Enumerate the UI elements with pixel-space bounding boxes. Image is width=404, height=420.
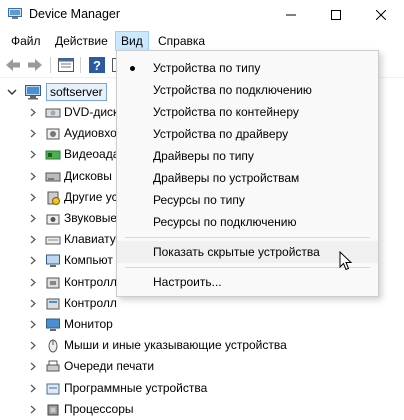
tree-item-label: Аудиовхо	[64, 126, 117, 141]
expand-chevron-icon[interactable]	[29, 214, 37, 223]
view-devices-by-container[interactable]: Устройства по контейнеру	[117, 101, 378, 123]
menu-item-label: Устройства по драйверу	[153, 127, 289, 141]
toolbar-separator	[80, 57, 81, 73]
expand-chevron-icon[interactable]	[29, 193, 37, 202]
forward-arrow-icon[interactable]	[26, 56, 44, 74]
sound-icon	[46, 214, 60, 225]
menu-view[interactable]: Вид	[115, 31, 149, 51]
view-devices-by-driver[interactable]: Устройства по драйверу	[117, 123, 378, 145]
expand-chevron-icon[interactable]	[29, 129, 37, 138]
menu-item-label: Устройства по подключению	[153, 83, 312, 97]
checked-bullet-icon	[130, 66, 135, 71]
keyboard-icon	[45, 236, 61, 245]
view-devices-by-connection[interactable]: Устройства по подключению	[117, 79, 378, 101]
menu-bar: Файл Действие Вид Справка	[0, 30, 404, 52]
tree-item-label: Очереди печати	[64, 359, 155, 374]
controller-icon	[46, 277, 60, 289]
storage-controller-icon	[46, 298, 60, 310]
tree-item-label: Дисковы	[64, 168, 112, 183]
tree-row[interactable]: Процессоры	[0, 399, 404, 420]
tree-row[interactable]: Мыши и иные указывающие устройства	[0, 335, 404, 356]
tree-item-label: Процессоры	[64, 401, 134, 416]
expand-chevron-icon[interactable]	[29, 256, 37, 265]
collapse-chevron-icon[interactable]	[6, 86, 18, 98]
customize-view[interactable]: Настроить...	[117, 271, 378, 293]
menu-separator	[125, 237, 370, 238]
tree-item-label: Контролл	[64, 274, 117, 289]
expand-chevron-icon[interactable]	[29, 172, 37, 181]
expand-chevron-icon[interactable]	[29, 405, 37, 414]
expand-chevron-icon[interactable]	[29, 108, 37, 117]
expand-chevron-icon[interactable]	[29, 299, 37, 308]
menu-item-label: Драйверы по типу	[153, 149, 254, 163]
tree-root[interactable]: softserver	[4, 82, 107, 102]
maximize-icon	[331, 10, 341, 20]
processor-icon	[47, 404, 59, 416]
tree-row[interactable]: Монитор	[0, 314, 404, 335]
other-devices-icon	[47, 191, 60, 205]
minimize-button[interactable]	[268, 0, 314, 30]
window-title: Device Manager	[29, 7, 121, 21]
menu-item-label: Устройства по типу	[153, 61, 261, 75]
expand-chevron-icon[interactable]	[29, 384, 37, 393]
expand-chevron-icon[interactable]	[29, 341, 37, 350]
svg-text:?: ?	[93, 58, 101, 73]
tree-item-label: Программные устройства	[64, 380, 208, 395]
toolbar-separator	[50, 57, 51, 73]
view-devices-by-type[interactable]: Устройства по типу	[117, 57, 378, 79]
dvd-drive-icon	[45, 108, 61, 118]
tree-item-label: DVD-диск	[64, 105, 119, 119]
view-resources-by-connection[interactable]: Ресурсы по подключению	[117, 211, 378, 233]
view-drivers-by-type[interactable]: Драйверы по типу	[117, 145, 378, 167]
computer-icon	[46, 254, 60, 268]
device-manager-app-icon	[8, 8, 22, 19]
mouse-icon	[48, 339, 58, 353]
tree-root-label: softserver	[46, 83, 107, 101]
monitor-icon	[46, 318, 60, 331]
tree-item-label: Мыши и иные указывающие устройства	[64, 338, 287, 353]
menu-help[interactable]: Справка	[153, 31, 210, 51]
menu-item-label: Устройства по контейнеру	[153, 105, 299, 119]
close-icon	[376, 10, 386, 20]
view-resources-by-type[interactable]: Ресурсы по типу	[117, 189, 378, 211]
computer-icon	[25, 85, 41, 100]
menu-item-label: Ресурсы по типу	[153, 193, 245, 207]
title-bar: Device Manager	[0, 0, 404, 30]
tree-item-label: Звуковые	[64, 211, 118, 225]
software-device-icon	[46, 383, 60, 395]
tree-item-label: Компьют	[64, 253, 113, 268]
expand-chevron-icon[interactable]	[29, 278, 37, 287]
tree-item-label: Другие ус	[64, 189, 118, 204]
expand-chevron-icon[interactable]	[29, 235, 37, 244]
tree-item-label: Видеоада	[64, 147, 120, 162]
disk-drive-icon	[45, 172, 61, 182]
mouse-cursor-icon	[339, 251, 353, 271]
menu-item-label: Настроить...	[153, 275, 222, 289]
menu-action[interactable]: Действие	[50, 31, 113, 51]
display-adapter-icon	[45, 150, 61, 160]
menu-item-label: Драйверы по устройствам	[153, 171, 300, 185]
menu-file[interactable]: Файл	[6, 31, 46, 51]
view-drivers-by-device[interactable]: Драйверы по устройствам	[117, 167, 378, 189]
menu-separator	[125, 267, 370, 268]
close-button[interactable]	[358, 0, 404, 30]
console-tree-icon[interactable]	[57, 56, 75, 74]
tree-item-label: Клавиату	[64, 232, 116, 247]
maximize-button[interactable]	[313, 0, 359, 30]
minimize-icon	[286, 14, 296, 16]
expand-chevron-icon[interactable]	[29, 150, 37, 159]
menu-item-label: Ресурсы по подключению	[153, 215, 297, 229]
menu-item-label: Показать скрытые устройства	[153, 245, 320, 259]
help-icon[interactable]: ?	[88, 56, 106, 74]
tree-item-label: Контролл	[64, 295, 117, 310]
back-arrow-icon[interactable]	[4, 56, 22, 74]
tree-item-label: Монитор	[64, 317, 113, 331]
expand-chevron-icon[interactable]	[29, 320, 37, 329]
audio-icon	[46, 128, 60, 140]
tree-row[interactable]: Программные устройства	[0, 378, 404, 399]
